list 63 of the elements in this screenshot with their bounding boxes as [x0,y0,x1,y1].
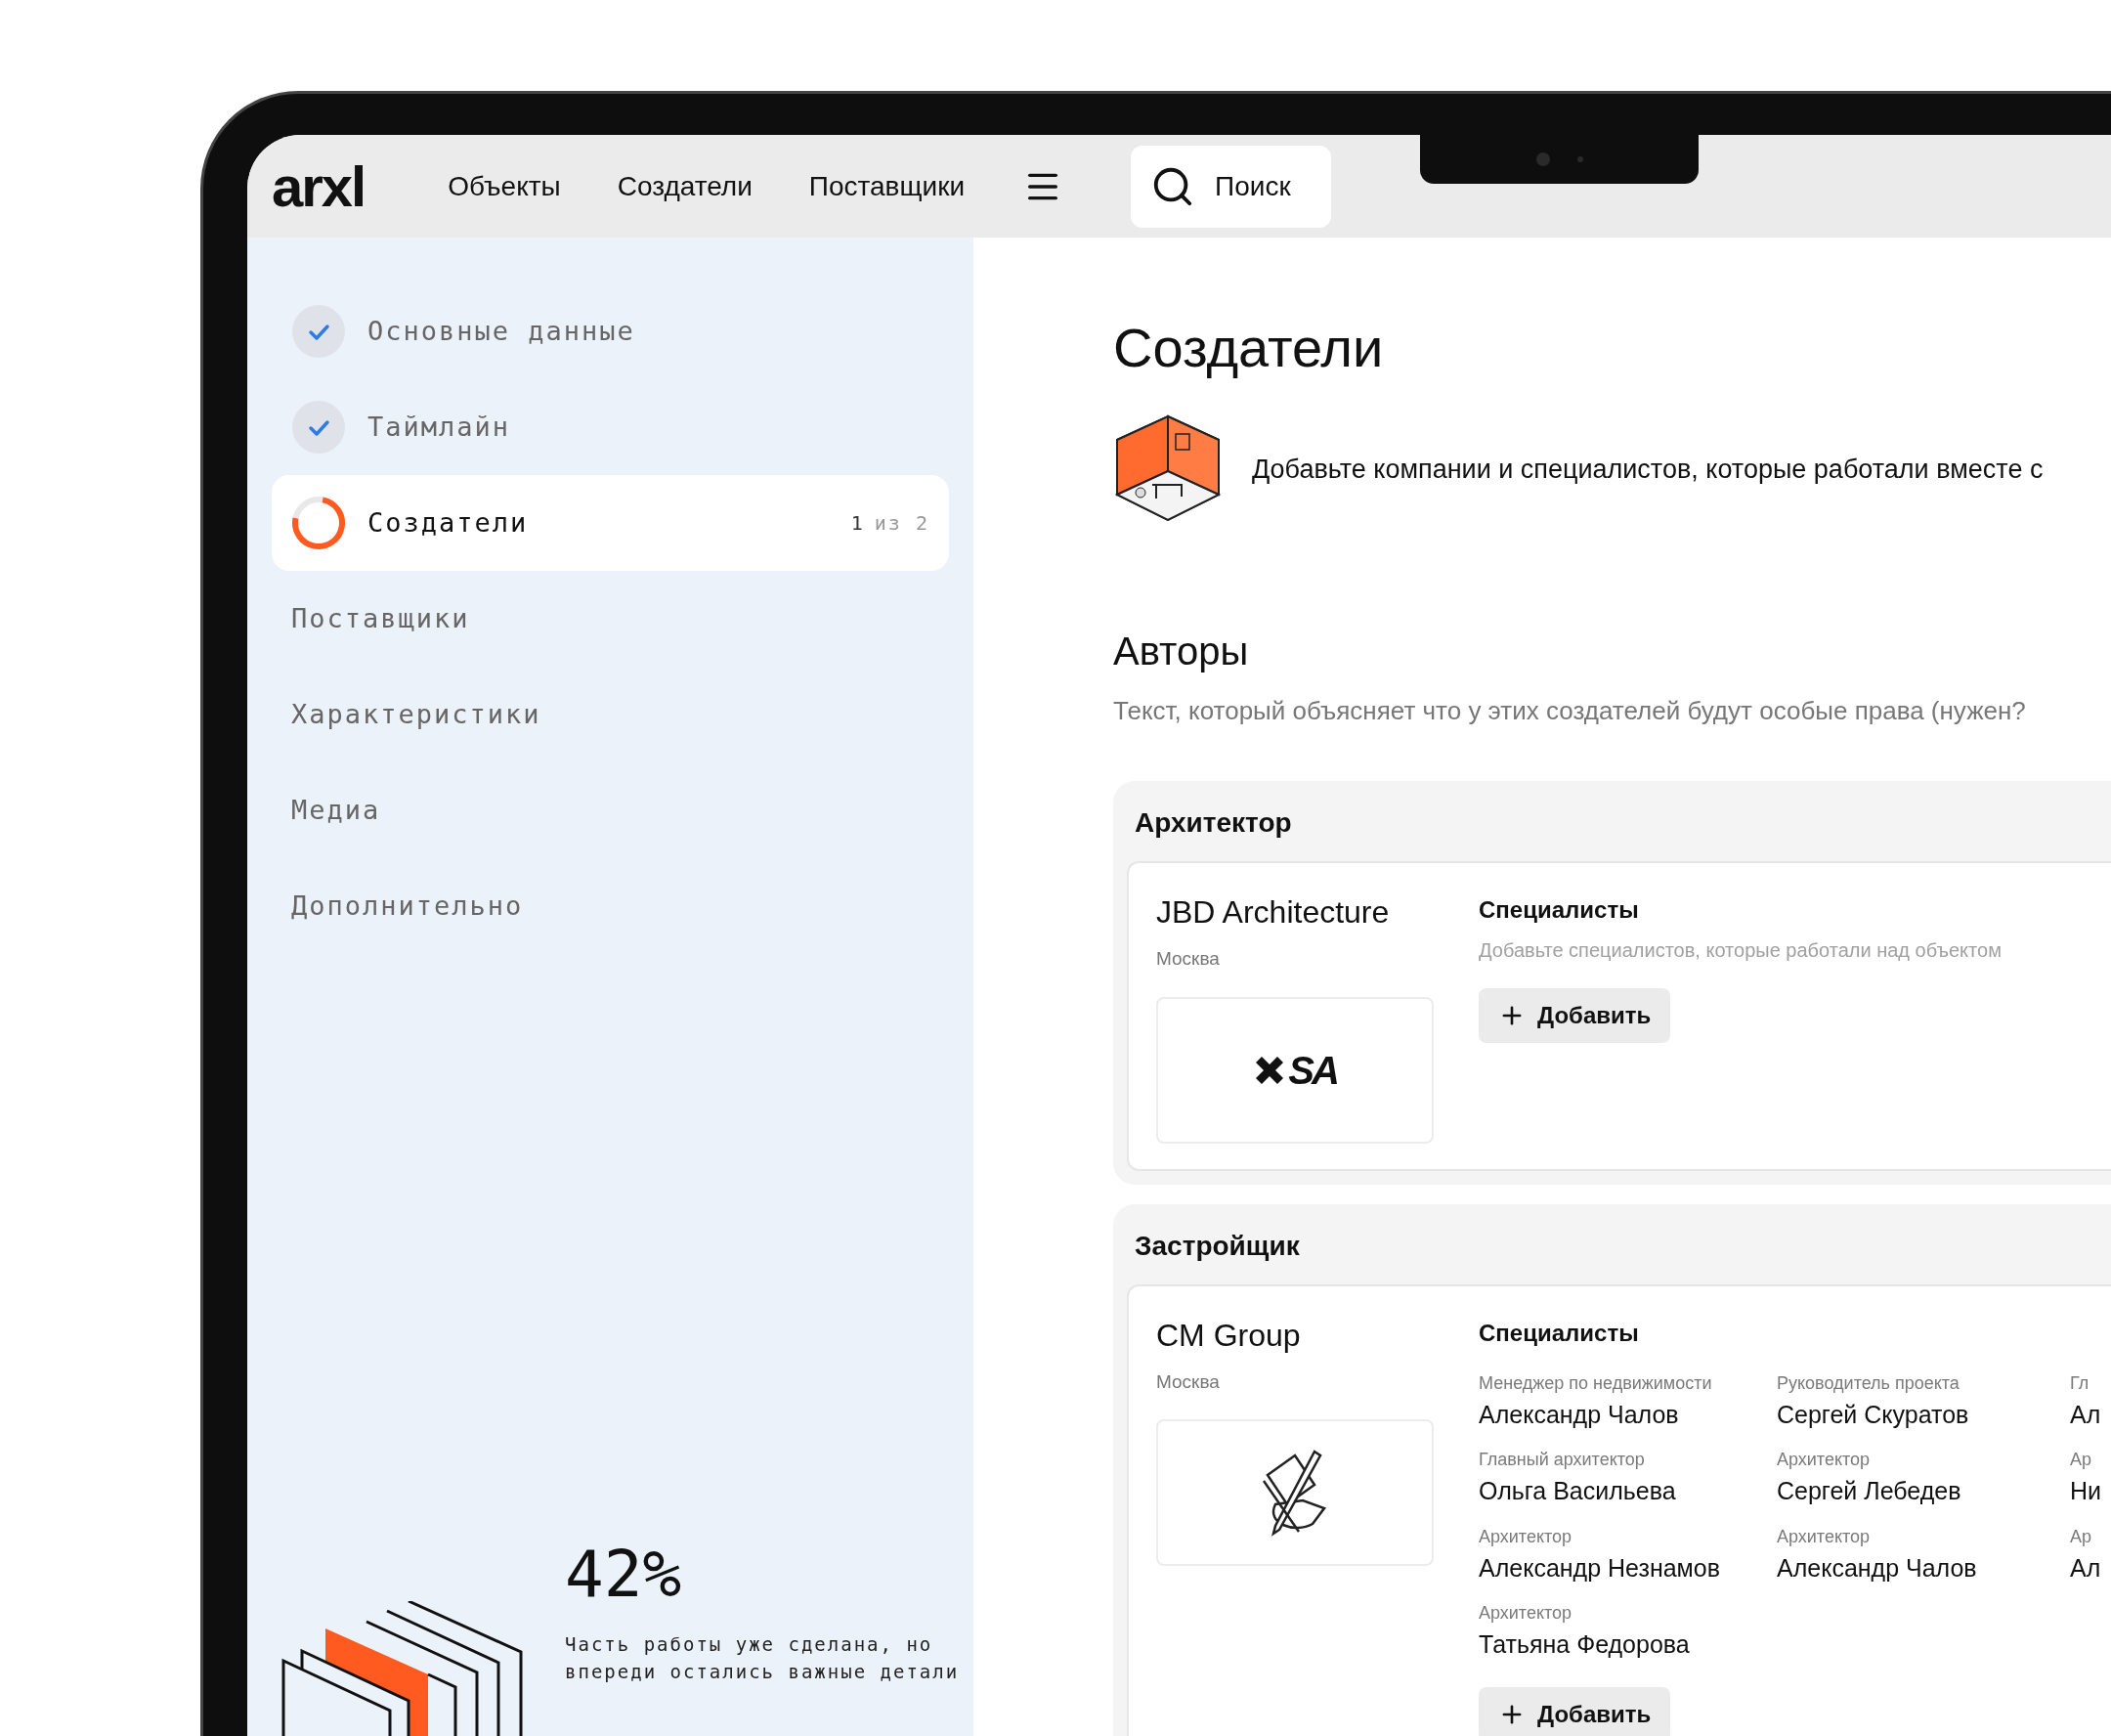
sidebar-step[interactable]: Поставщики [272,571,949,667]
specialist-role: Менеджер по недвижимости [1479,1371,1713,1395]
add-button[interactable]: Добавить [1479,988,1671,1043]
sidebar-step[interactable]: Основные данные [272,283,949,379]
intro-text: Добавьте компании и специалистов, которые работали вместе с [1252,453,2044,486]
nav-link[interactable]: Создатели [617,165,753,207]
specialist-role: Руководитель проекта [1777,1371,1960,1395]
specialist-name: Александр Незнамов [1479,1552,1721,1584]
logo[interactable]: arxl [272,157,366,215]
sidebar-step[interactable]: Таймлайн [272,379,949,475]
step-label: Медиа [291,793,381,827]
check-icon [291,304,346,359]
nav-link[interactable]: Поставщики [808,165,966,207]
step-label: Основные данные [367,314,635,348]
specialist-role: Архитектор [1777,1525,1872,1548]
nav-link[interactable]: Объекты [448,165,561,207]
sidebar-step[interactable]: Характеристики [272,667,949,762]
step-label: Поставщики [291,601,470,635]
sensor-icon [1576,156,1583,162]
step-label: Дополнительно [291,889,524,923]
company-city: Москва [1156,1369,1221,1394]
specialist-role: Гл [2070,1371,2090,1395]
group-title: Застройщик [1134,1229,1301,1263]
specialist-name: Ольга Васильева [1479,1476,1677,1506]
check-icon [291,400,346,455]
sidebar-step[interactable]: Дополнительно [272,858,949,954]
specialist-role: Архитектор [1479,1525,1573,1548]
specialists-title: Специалисты [1479,895,1640,925]
specialist-role: Ар [2070,1449,2093,1471]
specialist-role: Главный архитектор [1479,1449,1646,1471]
group-title: Архитектор [1134,806,1293,840]
specialist-name: Ал [2070,1399,2102,1430]
step-label: Характеристики [291,697,541,731]
search-button[interactable]: Поиск [1131,145,1332,228]
specialist-role: Ар [2070,1525,2093,1548]
section-title: Авторы [1113,631,1250,671]
step-label: Таймлайн [367,410,511,444]
add-button[interactable]: Добавить [1479,1686,1671,1736]
specialist-name: Татьяна Федорова [1479,1629,1691,1660]
specialist-name: Александр Чалов [1777,1552,1978,1584]
specialist-name: Ни [2070,1476,2103,1506]
step-total: из 2 [874,510,929,537]
company-city: Москва [1156,947,1221,971]
step-label: Создатели [367,505,529,540]
specialist-name: Александр Чалов [1479,1399,1680,1430]
sidebar-step[interactable]: Медиа [272,762,949,858]
step-count: 1 [850,510,865,537]
specialist-name: Сергей Лебедев [1777,1476,1962,1506]
specialists-hint: Добавьте специалистов, которые работали над объектом [1479,938,2002,963]
company-name: JBD Architecture [1156,893,1391,932]
progress-text: Часть работы уже сделана, но впереди остались важные детали [565,1632,961,1684]
section-subtitle: Текст, который объясняет что у этих создателей будут особые права (нужен? [1113,695,2027,727]
camera-icon [1535,152,1550,166]
progress-percent: 42% [565,1542,683,1607]
company-name: CM Group [1156,1316,1302,1355]
progress-ring-icon [291,496,346,550]
specialist-role: Архитектор [1479,1602,1573,1625]
specialists-title: Специалисты [1479,1318,1640,1348]
specialist-name: Ал [2070,1552,2102,1584]
sidebar-step[interactable]: Создатели 1 из 2 [272,475,949,571]
specialist-name: Сергей Скуратов [1777,1399,1970,1430]
logo-text: SA [1288,1047,1337,1094]
specialist-role: Архитектор [1777,1449,1872,1471]
